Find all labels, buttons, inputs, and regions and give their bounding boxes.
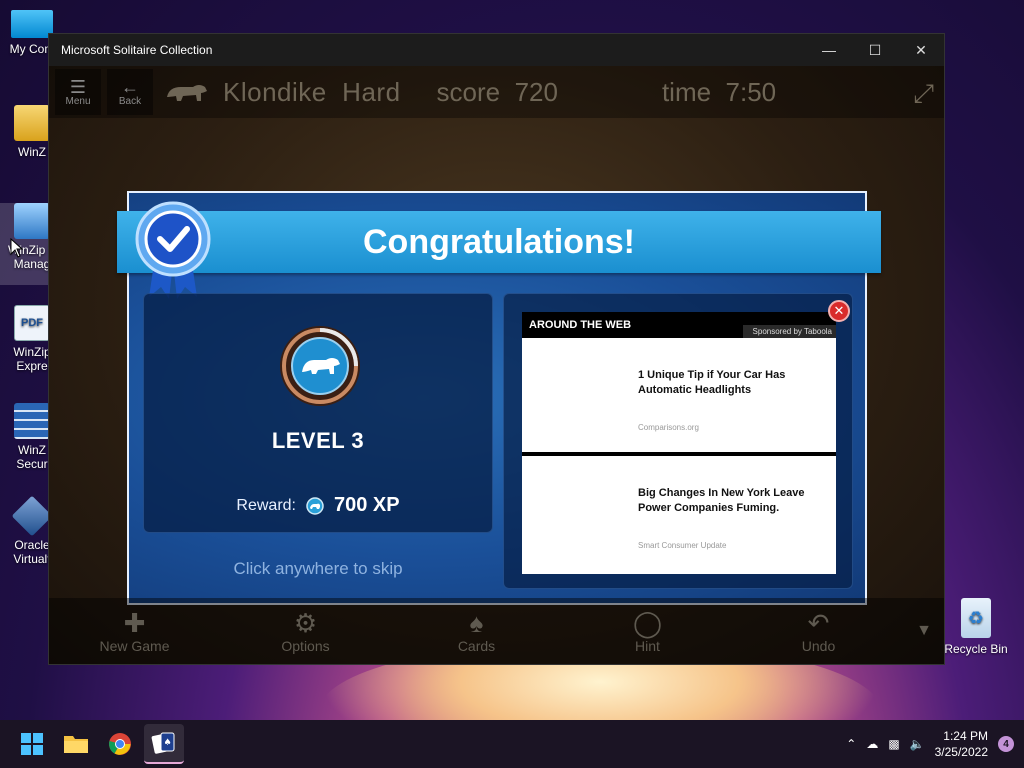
gear-icon: ⚙ xyxy=(293,608,318,638)
network-icon[interactable]: ▩ xyxy=(888,737,899,751)
ad-sponsor-label[interactable]: Sponsored by Taboola xyxy=(742,325,836,338)
winzip-image-manager-icon xyxy=(14,203,50,239)
congratulations-dialog[interactable]: Congratulations! LEVEL 3 Reward: 700 XP … xyxy=(117,191,881,605)
solitaire-taskbar-button[interactable]: ♠ xyxy=(144,724,184,764)
fullscreen-icon[interactable]: ⤢ xyxy=(913,78,934,110)
computer-icon xyxy=(11,10,53,38)
hint-button[interactable]: ◯ Hint xyxy=(562,608,733,654)
cards-label: Cards xyxy=(457,638,496,654)
chevron-up-icon[interactable]: ⌃ xyxy=(846,737,856,751)
back-arrow-icon: ← xyxy=(121,76,139,97)
folder-icon xyxy=(64,736,88,753)
hint-label: Hint xyxy=(635,638,660,654)
windows-logo-icon xyxy=(21,733,43,755)
menu-label: Menu xyxy=(65,95,91,107)
svg-text:♠: ♠ xyxy=(163,738,171,748)
ad-panel: AROUND THE WEB Sponsored by Taboola 1 Un… xyxy=(503,293,853,589)
winzip-icon xyxy=(14,105,50,141)
game-top-bar: ☰ Menu ← Back Klondike Hard score 720 ti… xyxy=(49,66,944,118)
system-tray: ⌃ ☁ ▩ 🔈 1:24 PM 3/25/2022 4 xyxy=(846,720,1014,768)
level-panel: LEVEL 3 Reward: 700 XP xyxy=(143,293,493,533)
window-title: Microsoft Solitaire Collection xyxy=(61,43,213,57)
ad-item-source: Comparisons.org xyxy=(638,423,699,432)
undo-button[interactable]: ↶ Undo xyxy=(733,608,904,654)
chevron-down-icon[interactable]: ▼ xyxy=(916,622,932,640)
onedrive-cloud-icon[interactable]: ☁ xyxy=(866,737,878,751)
reward-row: Reward: 700 XP xyxy=(144,494,492,517)
volume-icon[interactable]: 🔈 xyxy=(910,737,925,751)
ad-item-source: Smart Consumer Update xyxy=(638,541,727,550)
xp-coin-icon xyxy=(306,496,324,515)
pdf-icon: PDF xyxy=(14,305,50,341)
undo-icon: ↶ xyxy=(807,608,830,638)
ad-item-title[interactable]: 1 Unique Tip if Your Car Has Automatic H… xyxy=(638,368,818,398)
game-bottom-bar: ✚ New Game ⚙ Options ♠ Cards ◯ Hint ↶ Un… xyxy=(49,598,944,664)
ad-header-label: AROUND THE WEB xyxy=(529,319,632,331)
clock-date: 3/25/2022 xyxy=(934,745,988,759)
desktop-icon-label: Recycle Bin xyxy=(944,642,1008,656)
score-display: score 720 xyxy=(436,76,558,107)
back-label: Back xyxy=(118,95,142,107)
menu-button[interactable]: ☰ Menu xyxy=(55,69,101,115)
ad-widget: AROUND THE WEB Sponsored by Taboola 1 Un… xyxy=(522,312,836,574)
game-area: ☰ Menu ← Back Klondike Hard score 720 ti… xyxy=(49,66,944,664)
ad-close-button[interactable]: ✕ xyxy=(828,300,850,322)
lightbulb-icon: ◯ xyxy=(632,608,663,638)
reward-value: 700 XP xyxy=(333,494,400,516)
chrome-button[interactable] xyxy=(100,724,140,764)
dialog-header-ribbon: Congratulations! xyxy=(117,211,881,273)
file-explorer-button[interactable] xyxy=(56,724,96,764)
mouse-cursor-icon xyxy=(10,238,24,258)
time-display: time 7:50 xyxy=(661,76,777,107)
close-icon: ✕ xyxy=(833,303,845,318)
close-button[interactable]: ✕ xyxy=(898,34,944,66)
ad-item[interactable]: Big Changes In New York Leave Power Comp… xyxy=(522,452,836,566)
desktop-icon-recycle-bin[interactable]: ♻ Recycle Bin xyxy=(944,598,1008,656)
maximize-button[interactable]: ☐ xyxy=(852,34,898,66)
game-mode-label: Klondike Hard xyxy=(223,76,401,107)
polar-bear-avatar-icon xyxy=(280,326,360,406)
minimize-button[interactable]: — xyxy=(806,34,852,66)
clock-time: 1:24 PM xyxy=(943,729,988,743)
virtualbox-icon xyxy=(11,495,53,537)
ad-header: AROUND THE WEB Sponsored by Taboola xyxy=(522,312,836,338)
skip-hint[interactable]: Click anywhere to skip xyxy=(143,559,493,579)
cards-icon: ♠ xyxy=(469,608,484,638)
new-game-button[interactable]: ✚ New Game xyxy=(49,608,220,654)
level-label: LEVEL 3 xyxy=(271,428,365,453)
new-game-label: New Game xyxy=(99,638,170,654)
solitaire-icon: ♠ xyxy=(151,732,175,754)
ad-item[interactable]: 1 Unique Tip if Your Car Has Automatic H… xyxy=(522,338,836,452)
ad-item-title[interactable]: Big Changes In New York Leave Power Comp… xyxy=(638,486,818,516)
start-button[interactable] xyxy=(12,724,52,764)
undo-label: Undo xyxy=(801,638,836,654)
window-titlebar: Microsoft Solitaire Collection — ☐ ✕ xyxy=(49,34,944,66)
solitaire-window: Microsoft Solitaire Collection — ☐ ✕ ☰ M… xyxy=(48,33,945,665)
checkmark-badge-icon xyxy=(135,201,211,299)
clock[interactable]: 1:24 PM 3/25/2022 xyxy=(935,728,988,760)
cards-button[interactable]: ♠ Cards xyxy=(391,608,562,654)
options-label: Options xyxy=(281,638,330,654)
reward-label: Reward: xyxy=(236,496,296,514)
chrome-icon xyxy=(109,733,131,755)
dialog-title: Congratulations! xyxy=(363,222,635,261)
recycle-bin-icon: ♻ xyxy=(961,598,991,638)
plus-icon: ✚ xyxy=(123,608,146,638)
notification-badge[interactable]: 4 xyxy=(998,736,1014,752)
polar-bear-icon xyxy=(167,85,207,101)
back-button[interactable]: ← Back xyxy=(107,69,153,115)
options-button[interactable]: ⚙ Options xyxy=(220,608,391,654)
winzip-secure-icon xyxy=(14,403,50,439)
taskbar: ♠ ⌃ ☁ ▩ 🔈 1:24 PM 3/25/2022 4 xyxy=(0,720,1024,768)
hamburger-icon: ☰ xyxy=(69,76,87,97)
